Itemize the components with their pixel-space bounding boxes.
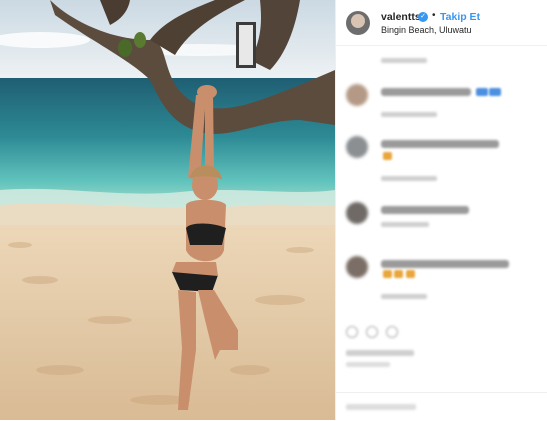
comment-meta — [381, 294, 427, 299]
comment-avatar[interactable] — [346, 84, 368, 106]
post-photo[interactable] — [0, 0, 335, 420]
emoji-icon — [383, 152, 392, 160]
emoji-icon — [489, 88, 501, 96]
separator-dot: • — [432, 10, 436, 21]
comment-text — [381, 140, 499, 148]
location-link[interactable]: Bingin Beach, Uluwatu — [381, 25, 472, 36]
comment-avatar[interactable] — [346, 256, 368, 278]
comment-icon[interactable] — [366, 326, 378, 338]
likes-count — [346, 350, 414, 356]
emoji-icon — [476, 88, 488, 96]
comment-meta — [381, 176, 437, 181]
comment-meta — [381, 222, 429, 227]
comment-input[interactable] — [346, 404, 416, 410]
emoji-icon — [406, 270, 415, 278]
comment-avatar[interactable] — [346, 202, 368, 224]
beach-photo — [0, 0, 335, 420]
comment-meta — [381, 58, 427, 63]
emoji-icon — [383, 270, 392, 278]
post-header: valentts ✓ • Takip Et Bingin Beach, Uluw… — [336, 0, 547, 46]
follow-button[interactable]: Takip Et — [440, 11, 480, 23]
post-date — [346, 362, 390, 367]
post-viewer: valentts ✓ • Takip Et Bingin Beach, Uluw… — [0, 0, 547, 420]
comment-meta — [381, 112, 437, 117]
heart-icon[interactable] — [346, 326, 358, 338]
comment-text — [381, 260, 509, 268]
comment-text — [381, 206, 469, 214]
emoji-icon — [394, 270, 403, 278]
comment-avatar[interactable] — [346, 136, 368, 158]
post-sidebar: valentts ✓ • Takip Et Bingin Beach, Uluw… — [335, 0, 547, 420]
verified-badge-icon: ✓ — [418, 12, 428, 22]
username[interactable]: valentts — [381, 11, 421, 23]
post-actions — [346, 326, 406, 340]
avatar[interactable] — [346, 11, 370, 35]
add-comment-bar[interactable] — [336, 392, 547, 421]
comment-text — [381, 88, 471, 96]
share-icon[interactable] — [386, 326, 398, 338]
